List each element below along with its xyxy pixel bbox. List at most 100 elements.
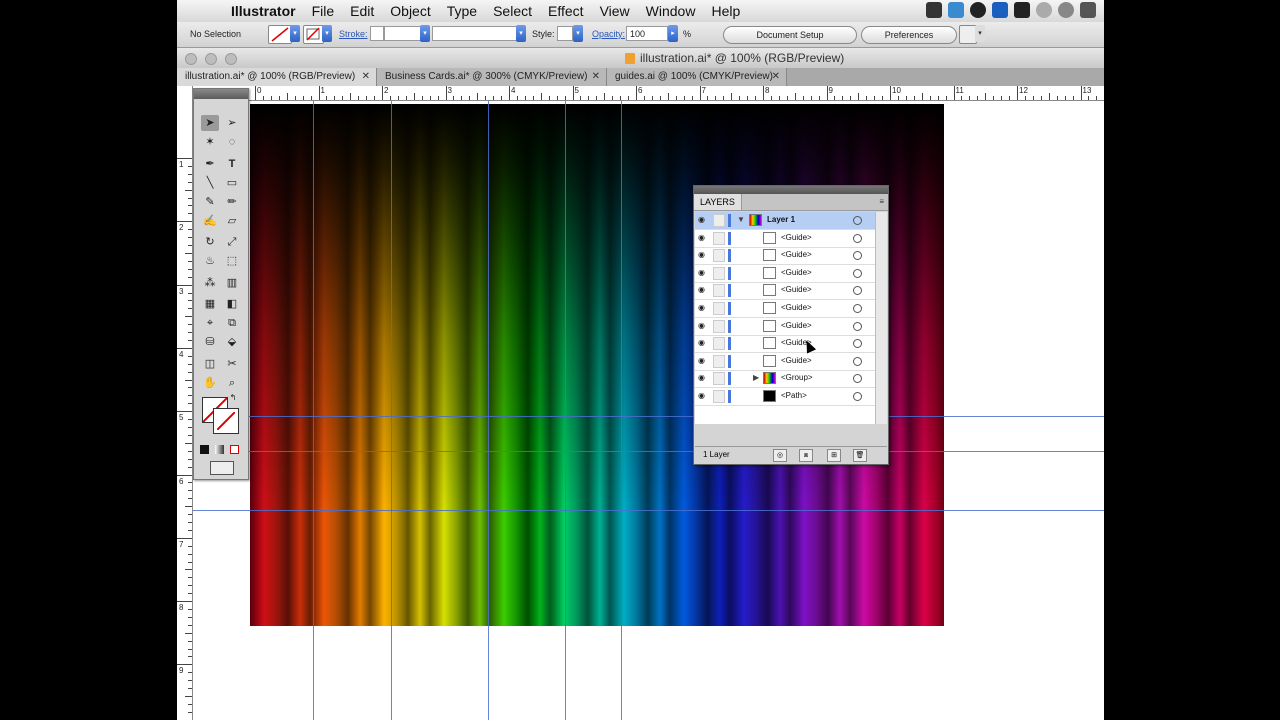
blob-brush-icon[interactable]: ✍ xyxy=(201,213,219,229)
blend-tool-icon[interactable]: ⧉ xyxy=(223,315,241,331)
panel-menu-icon[interactable]: ≡ xyxy=(879,197,884,206)
target-icon[interactable] xyxy=(853,392,862,401)
fill-swatch[interactable] xyxy=(268,25,292,44)
menu-select[interactable]: Select xyxy=(485,3,540,19)
eye-icon[interactable]: ◉ xyxy=(698,392,709,400)
stroke-label[interactable]: Stroke: xyxy=(339,29,368,39)
lock-toggle[interactable] xyxy=(713,337,725,351)
menu-view[interactable]: View xyxy=(592,3,638,19)
eye-icon[interactable]: ◉ xyxy=(698,339,709,347)
tab-illustration[interactable]: illustration.ai* @ 100% (RGB/Preview) ✕ xyxy=(177,68,377,86)
layer-name[interactable]: <Guide> xyxy=(781,356,812,365)
layer-name[interactable]: <Guide> xyxy=(781,321,812,330)
display-icon[interactable] xyxy=(992,2,1008,18)
style-dropdown[interactable]: ▾ xyxy=(573,25,583,42)
menu-edit[interactable]: Edit xyxy=(342,3,382,19)
eye-icon[interactable]: ◉ xyxy=(698,374,709,382)
type-tool-icon[interactable]: T xyxy=(223,156,241,172)
sublayer-row[interactable]: ◉ <Guide> xyxy=(695,247,875,266)
target-icon[interactable] xyxy=(853,251,862,261)
direct-selection-tool-icon[interactable]: ➢ xyxy=(223,115,241,131)
layer-name[interactable]: <Guide> xyxy=(781,233,812,242)
live-paint-selection-icon[interactable]: ⬙ xyxy=(223,334,241,350)
live-paint-bucket-icon[interactable]: ⛁ xyxy=(201,334,219,350)
none-mode-icon[interactable] xyxy=(230,445,239,454)
pencil-icon[interactable]: ✏ xyxy=(223,194,241,210)
stroke-color-icon[interactable] xyxy=(213,408,239,434)
gradient-tool-icon[interactable]: ◧ xyxy=(223,296,241,312)
sublayer-row[interactable]: ◉ <Guide> xyxy=(695,335,875,354)
eye-icon[interactable]: ◉ xyxy=(698,304,709,312)
zoom-window-button[interactable] xyxy=(225,53,237,65)
sublayer-row[interactable]: ◉ <Path> xyxy=(695,388,875,406)
zoom-tool-icon[interactable]: ⌕ xyxy=(223,375,241,391)
tools-panel-header[interactable] xyxy=(194,89,248,99)
target-icon[interactable] xyxy=(853,216,862,225)
opacity-field[interactable]: 100 xyxy=(626,26,668,41)
layer-name[interactable]: <Guide> xyxy=(781,250,812,259)
target-icon[interactable] xyxy=(853,339,862,349)
eyedropper-icon[interactable]: ⌖ xyxy=(201,315,219,331)
minimize-window-button[interactable] xyxy=(205,53,217,65)
rectangle-tool-icon[interactable]: ▭ xyxy=(223,175,241,191)
expand-triangle-icon[interactable]: ▼ xyxy=(737,215,745,224)
layer-name[interactable]: Layer 1 xyxy=(767,215,795,224)
layer-name[interactable]: <Group> xyxy=(781,373,813,382)
horizontal-ruler[interactable]: 0 1 2 3 4 5 6 7 8 9 10 11 12 13 xyxy=(192,86,1104,101)
mesh-tool-icon[interactable]: ▦ xyxy=(201,296,219,312)
target-icon[interactable] xyxy=(853,286,862,296)
line-tool-icon[interactable]: ╲ xyxy=(201,175,219,191)
menu-object[interactable]: Object xyxy=(382,3,438,19)
artboard-tool-icon[interactable]: ◫ xyxy=(201,356,219,372)
eye-icon[interactable]: ◉ xyxy=(698,356,709,365)
lock-toggle[interactable] xyxy=(713,249,725,263)
selection-tool-icon[interactable]: ➤ xyxy=(201,115,219,131)
lock-toggle[interactable] xyxy=(713,372,725,386)
magic-wand-icon[interactable]: ✶ xyxy=(201,134,219,150)
paintbrush-icon[interactable]: ✎ xyxy=(201,194,219,210)
lock-toggle[interactable] xyxy=(713,390,725,403)
sublayer-row[interactable]: ◉ <Guide> xyxy=(695,318,875,336)
horizontal-guide[interactable] xyxy=(193,510,1104,511)
sublayer-row[interactable]: ◉ <Guide> xyxy=(695,230,875,248)
variable-width-field[interactable] xyxy=(432,26,518,41)
time-machine-icon[interactable] xyxy=(1036,2,1052,18)
gear-icon[interactable] xyxy=(948,2,964,18)
vertical-ruler[interactable]: 1 2 3 4 5 6 7 8 9 xyxy=(177,86,193,720)
target-icon[interactable] xyxy=(853,321,862,331)
new-sublayer-icon[interactable]: ⊞ xyxy=(827,449,841,462)
eye-icon[interactable]: ◉ xyxy=(698,216,709,224)
layer-name[interactable]: <Guide> xyxy=(781,285,812,294)
color-mode-icon[interactable] xyxy=(200,445,209,454)
menu-file[interactable]: File xyxy=(304,3,343,19)
menu-type[interactable]: Type xyxy=(439,3,485,19)
vertical-guide[interactable] xyxy=(313,101,314,720)
delete-layer-icon[interactable]: 🗑 xyxy=(853,449,867,462)
hand-tool-icon[interactable]: ✋ xyxy=(201,375,219,391)
target-icon[interactable] xyxy=(853,356,862,366)
layer-name[interactable]: <Guide> xyxy=(781,303,812,312)
stroke-stepper[interactable] xyxy=(370,26,384,41)
screen-mode-icon[interactable] xyxy=(210,461,234,475)
sublayer-row[interactable]: ◉ <Guide> xyxy=(695,282,875,301)
opacity-dropdown[interactable]: ▸ xyxy=(668,25,678,42)
eye-icon[interactable]: ◉ xyxy=(698,268,709,277)
paw-icon[interactable] xyxy=(1014,2,1030,18)
document-setup-button[interactable]: Document Setup xyxy=(723,26,857,44)
lock-toggle[interactable] xyxy=(713,354,725,368)
sync-icon[interactable] xyxy=(1058,2,1074,18)
eye-icon[interactable]: ◉ xyxy=(698,251,709,259)
collapse-triangle-icon[interactable]: ▶ xyxy=(753,373,759,382)
layer-name[interactable]: <Path> xyxy=(781,391,807,400)
tab-business-cards[interactable]: Business Cards.ai* @ 300% (CMYK/Preview)… xyxy=(377,68,607,86)
vertical-guide[interactable] xyxy=(565,101,566,720)
variable-width-dropdown[interactable]: ▾ xyxy=(516,25,526,42)
swap-colors-icon[interactable]: ↰ xyxy=(228,393,238,403)
lock-toggle[interactable] xyxy=(713,214,725,227)
menu-effect[interactable]: Effect xyxy=(540,3,592,19)
menu-overflow-icon[interactable] xyxy=(1080,2,1096,18)
sublayer-row[interactable]: ◉ <Guide> xyxy=(695,300,875,318)
close-icon[interactable]: ✕ xyxy=(772,68,780,86)
camera-icon[interactable] xyxy=(926,2,942,18)
vertical-guide[interactable] xyxy=(391,101,392,720)
